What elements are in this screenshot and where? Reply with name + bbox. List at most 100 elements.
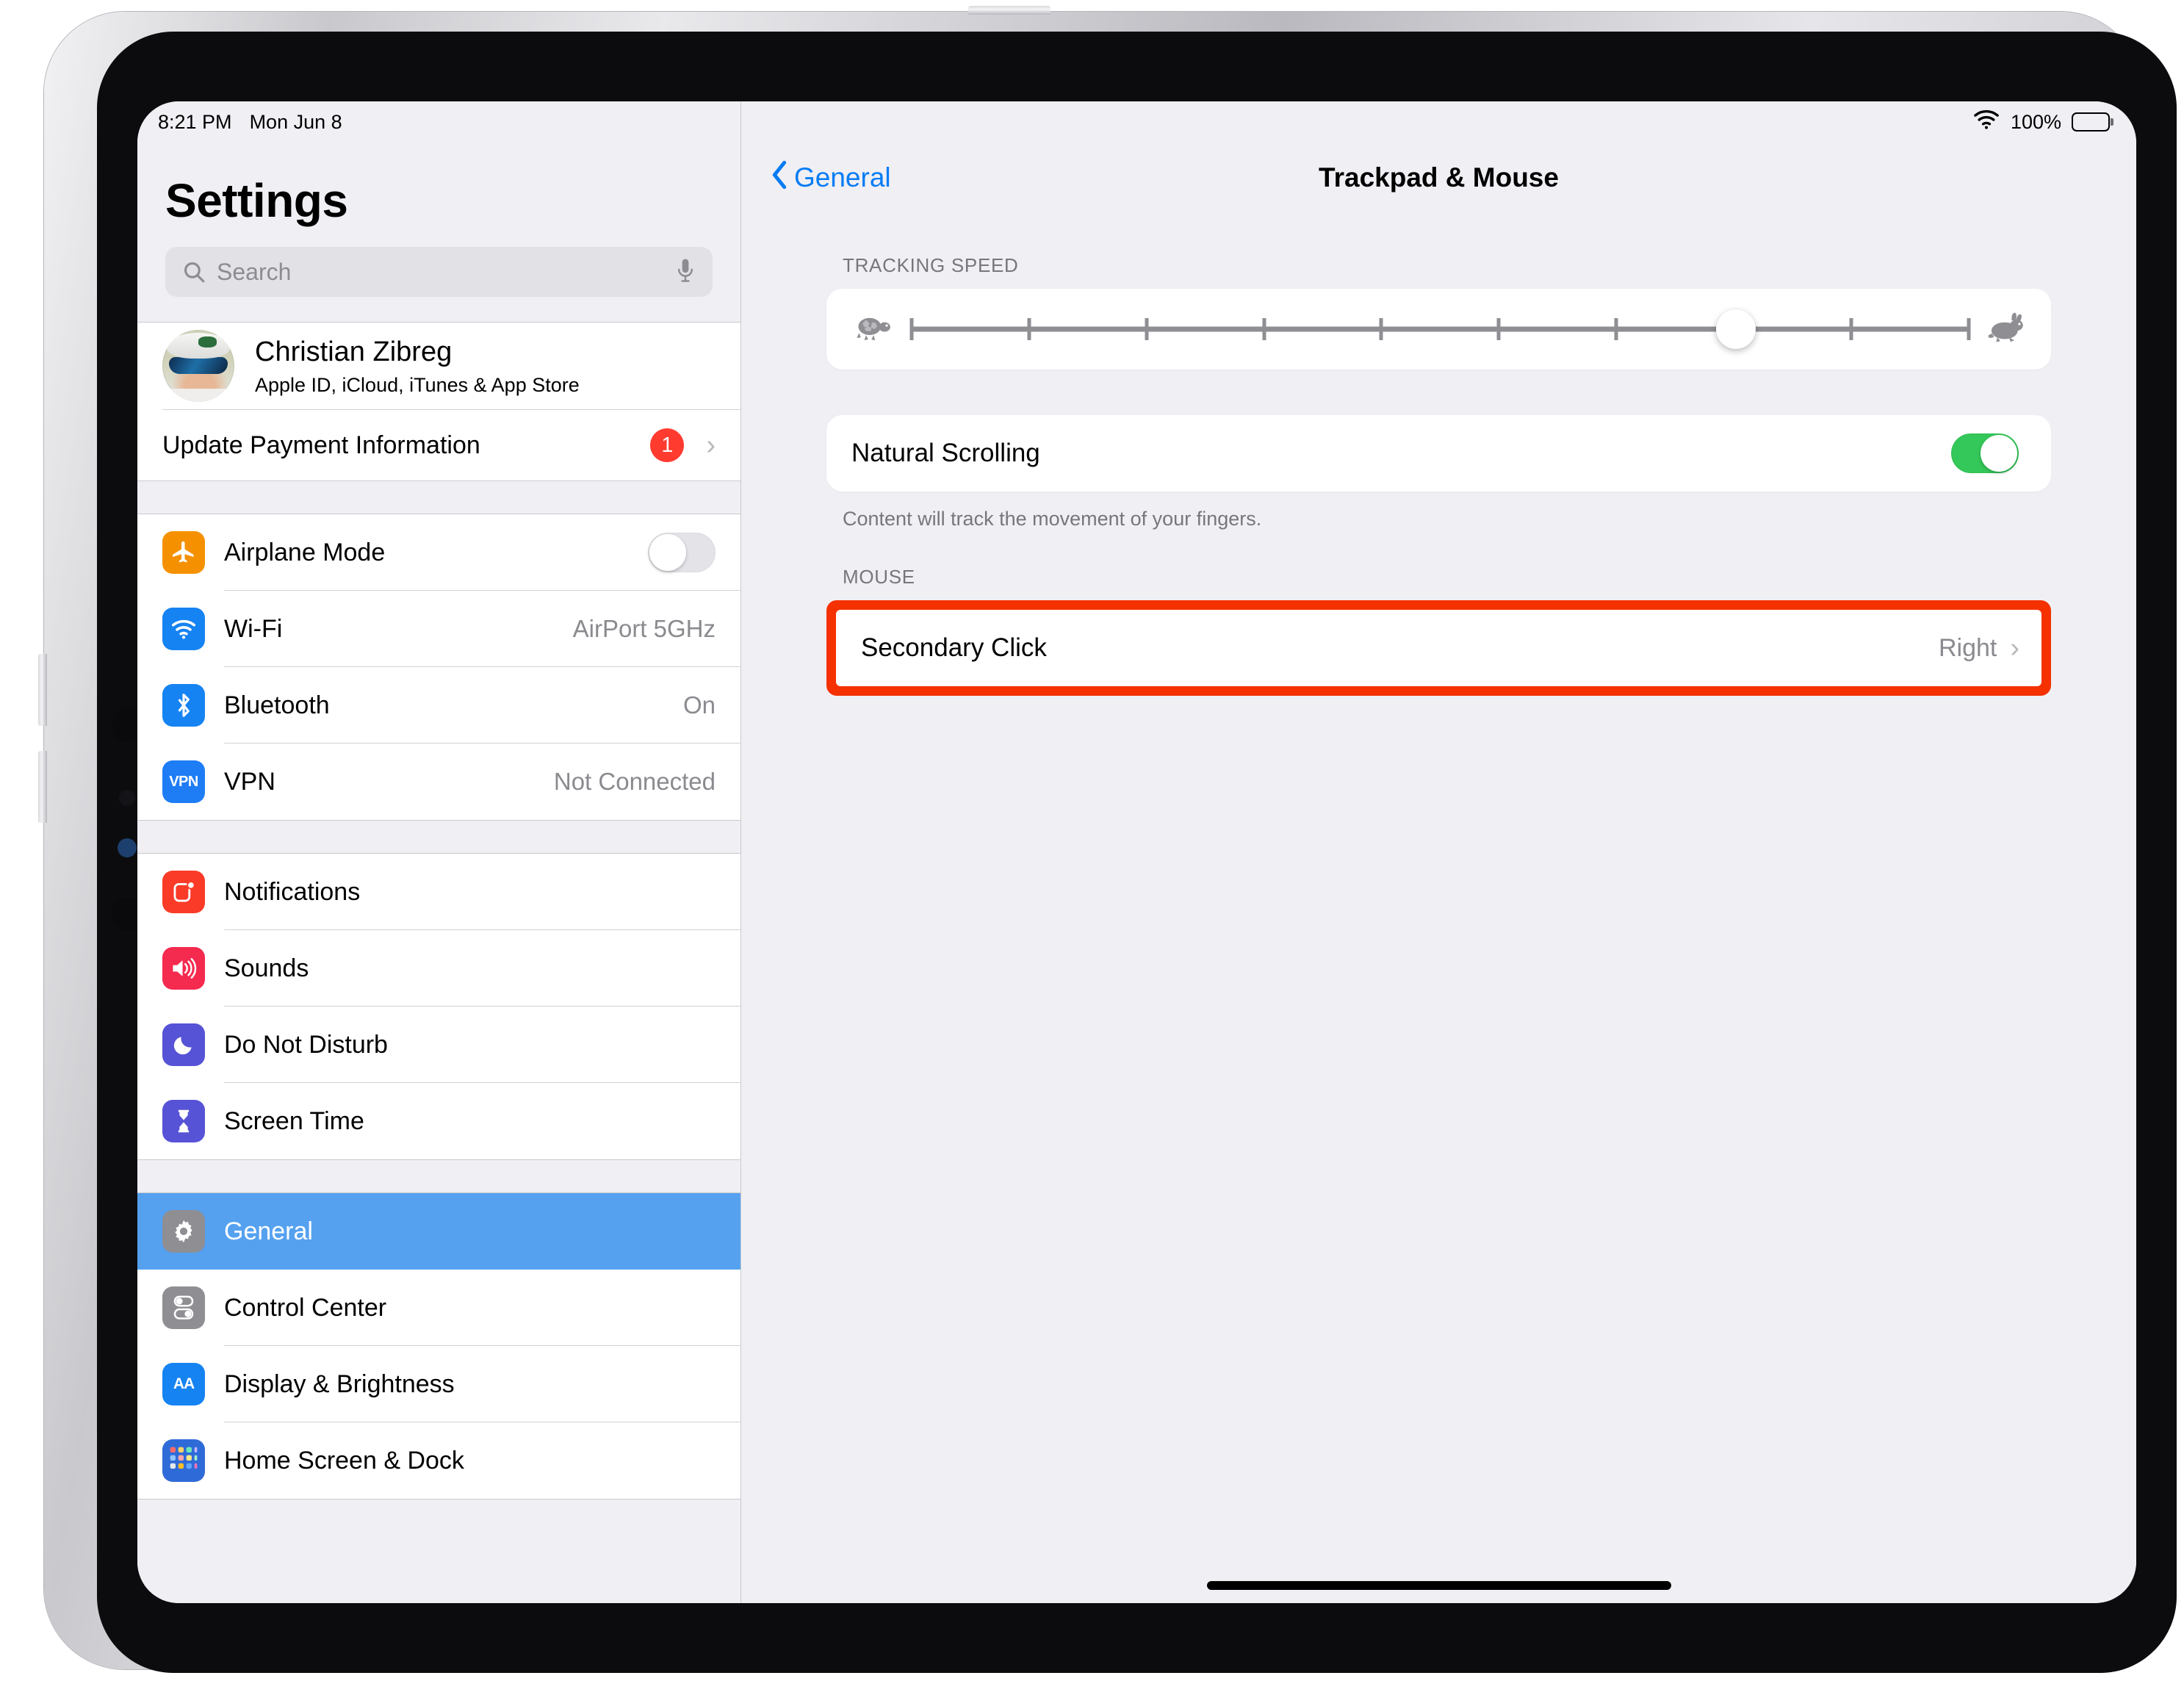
sidebar-item-label: Notifications	[224, 877, 361, 906]
mouse-header: MOUSE	[843, 566, 915, 588]
power-button[interactable]	[968, 6, 1050, 15]
search-icon	[181, 259, 206, 284]
gear-icon	[162, 1210, 205, 1253]
connectivity-group: Airplane Mode Wi-Fi AirPort 5GHz Bluetoo…	[137, 514, 740, 821]
sidebar-item-airplane-mode[interactable]: Airplane Mode	[137, 514, 740, 591]
volume-down-button[interactable]	[38, 751, 47, 823]
sidebar-item-label: Display & Brightness	[224, 1369, 455, 1398]
secondary-click-highlight: Secondary Click Right ›	[826, 600, 2051, 696]
sidebar-item-value: On	[682, 691, 716, 719]
wifi-icon	[1972, 109, 2000, 135]
slider-thumb[interactable]	[1716, 309, 1756, 349]
sidebar-item-label: Sounds	[224, 954, 309, 982]
detail-body: TRACKING SPEED Natural Scrolling Content…	[741, 213, 2136, 696]
account-row[interactable]: Christian Zibreg Apple ID, iCloud, iTune…	[137, 323, 740, 409]
ambient-sensor-icon	[119, 790, 135, 806]
sidebar-item-label: Do Not Disturb	[224, 1030, 388, 1059]
sidebar-item-wifi[interactable]: Wi-Fi AirPort 5GHz	[137, 591, 740, 667]
status-time: 8:21 PM	[158, 110, 232, 133]
sidebar-item-notifications[interactable]: Notifications	[137, 854, 740, 930]
tracking-speed-slider[interactable]	[909, 309, 1971, 349]
status-bar-right: 100%	[741, 101, 2136, 143]
status-badge: 1	[650, 428, 685, 462]
microphone-icon[interactable]	[674, 258, 696, 286]
airplane-icon	[162, 531, 205, 574]
bluetooth-icon	[162, 684, 205, 727]
sidebar-item-label: Screen Time	[224, 1106, 364, 1135]
display-brightness-icon: AA	[162, 1363, 205, 1405]
secondary-click-value: Right	[1938, 633, 1997, 662]
notifications-group: Notifications Sounds Do Not Disturb Scre…	[137, 853, 740, 1160]
wifi-icon	[162, 608, 205, 650]
chevron-left-icon	[771, 160, 788, 196]
spacer	[137, 821, 740, 853]
back-button-label: General	[794, 162, 891, 192]
chevron-right-icon: ›	[706, 430, 716, 461]
slider-tick	[1027, 318, 1031, 340]
turtle-icon	[851, 312, 893, 347]
sidebar-item-bluetooth[interactable]: Bluetooth On	[137, 667, 740, 744]
natural-scrolling-card: Natural Scrolling	[826, 415, 2051, 492]
back-button[interactable]: General	[771, 160, 891, 196]
airplane-mode-toggle[interactable]	[648, 533, 716, 572]
battery-percent-label: 100%	[2010, 110, 2061, 133]
slider-tick	[1496, 318, 1501, 340]
sidebar-item-display-brightness[interactable]: AA Display & Brightness	[137, 1346, 740, 1422]
system-group: General Control Center AA Display & Brig…	[137, 1192, 740, 1500]
account-group: Christian Zibreg Apple ID, iCloud, iTune…	[137, 322, 740, 481]
battery-full-icon	[2072, 112, 2113, 132]
secondary-click-row[interactable]: Secondary Click Right ›	[836, 610, 2041, 686]
chevron-right-icon: ›	[2010, 633, 2019, 663]
sidebar-item-label: Wi-Fi	[224, 614, 283, 643]
natural-scrolling-label: Natural Scrolling	[851, 439, 1040, 467]
tracking-speed-card	[826, 289, 2051, 370]
control-center-icon	[162, 1286, 205, 1329]
search-placeholder: Search	[217, 258, 292, 285]
face-id-sensor-icon	[118, 838, 137, 857]
sidebar-item-label: Airplane Mode	[224, 538, 386, 566]
volume-up-button[interactable]	[38, 654, 47, 726]
sidebar-item-screen-time[interactable]: Screen Time	[137, 1083, 740, 1159]
ipad-screen: 8:21 PM Mon Jun 8 Settings Search Christ…	[137, 101, 2136, 1603]
sidebar-item-label: VPN	[224, 767, 275, 796]
search-input[interactable]: Search	[165, 247, 713, 297]
update-payment-label: Update Payment Information	[162, 431, 480, 459]
sidebar-item-sounds[interactable]: Sounds	[137, 930, 740, 1007]
detail-navbar: General Trackpad & Mouse	[741, 143, 2136, 213]
sidebar-item-do-not-disturb[interactable]: Do Not Disturb	[137, 1007, 740, 1083]
avatar	[162, 330, 234, 402]
hourglass-icon	[162, 1100, 205, 1142]
secondary-click-label: Secondary Click	[861, 633, 1047, 662]
sidebar-item-home-screen-dock[interactable]: Home Screen & Dock	[137, 1422, 740, 1499]
update-payment-row[interactable]: Update Payment Information 1 ›	[137, 410, 740, 480]
status-bar-left: 8:21 PM Mon Jun 8	[137, 101, 740, 143]
sidebar-item-label: Bluetooth	[224, 691, 330, 719]
natural-scrolling-footnote: Content will track the movement of your …	[843, 508, 1262, 530]
sidebar-item-control-center[interactable]: Control Center	[137, 1270, 740, 1346]
slider-tick	[909, 318, 914, 340]
sidebar-item-general[interactable]: General	[137, 1193, 740, 1270]
vpn-icon: VPN	[162, 760, 205, 803]
slider-tick	[1379, 318, 1383, 340]
detail-title: Trackpad & Mouse	[1319, 162, 1559, 192]
slider-tick	[1145, 318, 1149, 340]
slider-tick	[1614, 318, 1618, 340]
mouse-section: MOUSE Secondary Click Right ›	[826, 566, 2051, 696]
tracking-speed-header: TRACKING SPEED	[843, 254, 1019, 276]
home-screen-dock-icon	[162, 1439, 205, 1482]
sidebar-item-label: Control Center	[224, 1293, 387, 1322]
spacer	[137, 1160, 740, 1192]
account-name: Christian Zibreg	[255, 336, 453, 367]
slider-tick	[1262, 318, 1266, 340]
sounds-icon	[162, 947, 205, 990]
sidebar-item-label: Home Screen & Dock	[224, 1446, 464, 1475]
account-subtitle: Apple ID, iCloud, iTunes & App Store	[255, 374, 580, 397]
ipad-device-frame: 8:21 PM Mon Jun 8 Settings Search Christ…	[38, 6, 2177, 1673]
natural-scrolling-toggle[interactable]	[1951, 433, 2019, 473]
sidebar-item-vpn[interactable]: VPN VPN Not Connected	[137, 744, 740, 820]
notifications-icon	[162, 871, 205, 913]
sidebar-item-label: General	[224, 1217, 313, 1245]
home-indicator[interactable]	[1206, 1581, 1671, 1590]
page-title: Settings	[165, 174, 348, 227]
moon-icon	[162, 1023, 205, 1066]
